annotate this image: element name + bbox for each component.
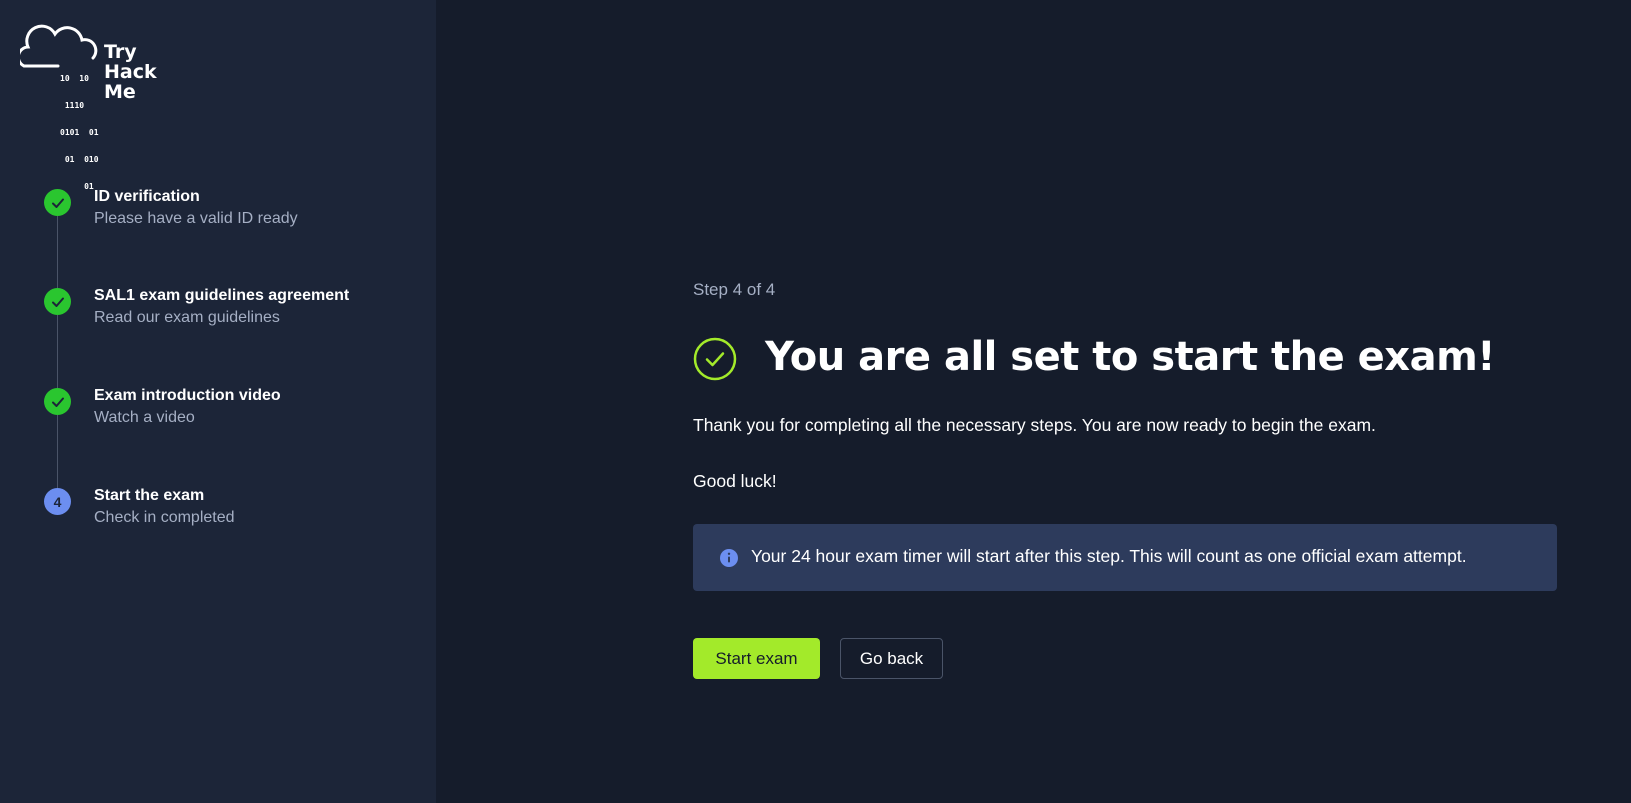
step-title: ID verification: [94, 188, 200, 205]
step-subtitle: Check in completed: [94, 509, 235, 526]
step-start-exam[interactable]: 4 Start the exam Check in completed: [44, 487, 424, 537]
step-counter: Step 4 of 4: [693, 280, 776, 299]
step-title: SAL1 exam guidelines agreement: [94, 287, 350, 304]
sidebar: 10 10 1110 0101 01 01 010 01 Try Hack Me…: [0, 0, 436, 803]
step-number-badge: 4: [44, 488, 71, 515]
check-icon: [44, 189, 71, 216]
logo-wordmark: Try Hack Me: [104, 41, 157, 103]
check-circle-icon: [693, 337, 737, 381]
logo-binary: 10 10 1110 0101 01 01 010 01: [60, 74, 99, 191]
description-text: Thank you for completing all the necessa…: [693, 415, 1376, 435]
start-exam-button[interactable]: Start exam: [693, 638, 820, 679]
good-luck-text: Good luck!: [693, 471, 777, 491]
info-icon: [720, 549, 738, 567]
step-title: Start the exam: [94, 487, 205, 504]
tryhackme-logo[interactable]: 10 10 1110 0101 01 01 010 01 Try Hack Me: [20, 22, 180, 191]
go-back-button[interactable]: Go back: [840, 638, 943, 679]
check-icon: [44, 388, 71, 415]
exam-timer-notice: Your 24 hour exam timer will start after…: [693, 524, 1557, 591]
check-icon: [44, 288, 71, 315]
step-subtitle: Please have a valid ID ready: [94, 210, 298, 227]
notice-text: Your 24 hour exam timer will start after…: [751, 546, 1467, 566]
step-guidelines-agreement[interactable]: SAL1 exam guidelines agreement Read our …: [44, 287, 424, 337]
page-title: You are all set to start the exam!: [765, 334, 1496, 380]
step-subtitle: Read our exam guidelines: [94, 309, 280, 326]
step-id-verification[interactable]: ID verification Please have a valid ID r…: [44, 188, 424, 238]
step-title: Exam introduction video: [94, 387, 281, 404]
step-intro-video[interactable]: Exam introduction video Watch a video: [44, 387, 424, 437]
step-subtitle: Watch a video: [94, 409, 195, 426]
